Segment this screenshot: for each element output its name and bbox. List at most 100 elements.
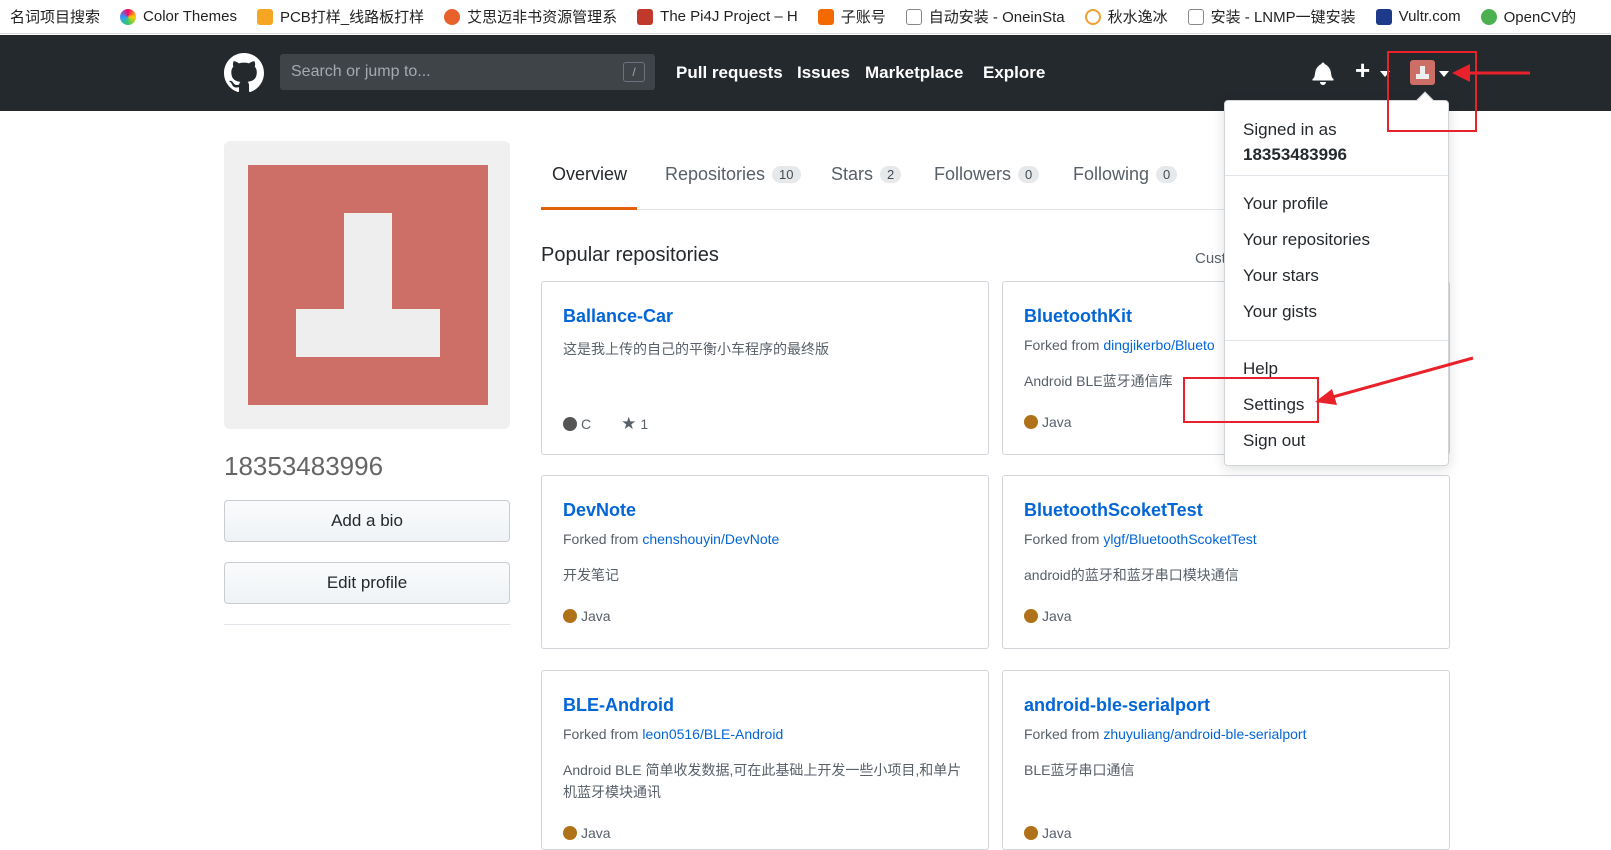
pcb-icon — [256, 8, 273, 25]
repo-name-link[interactable]: BLE-Android — [563, 695, 674, 716]
taobao-icon — [817, 8, 834, 25]
github-logo-icon[interactable] — [224, 53, 264, 93]
bookmark-item[interactable]: The Pi4J Project – H — [627, 0, 808, 33]
menu-item-your-repositories[interactable]: Your repositories — [1243, 230, 1370, 250]
bell-icon[interactable] — [1312, 61, 1334, 85]
nav-pull-requests[interactable]: Pull requests — [676, 63, 783, 83]
repo-name-link[interactable]: android-ble-serialport — [1024, 695, 1210, 716]
tab-label: Overview — [552, 164, 628, 184]
repo-forked-from: Forked from ylgf/BluetoothScoketTest — [1024, 531, 1257, 547]
bookmark-label: 自动安装 - OneinSta — [928, 9, 1065, 26]
annotation-arrow-icon — [1452, 64, 1530, 82]
tab-following[interactable]: Following 0 — [1073, 164, 1178, 185]
nav-explore[interactable]: Explore — [983, 63, 1045, 83]
forked-from-link[interactable]: dingjikerbo/Blueto — [1103, 337, 1214, 353]
annotation-box — [1183, 377, 1319, 423]
repo-name-link[interactable]: BluetoothScoketTest — [1024, 500, 1203, 521]
bookmark-label: Vultr.com — [1398, 8, 1461, 25]
repo-card: BLE-Android Forked from leon0516/BLE-And… — [541, 670, 989, 850]
divider — [224, 624, 510, 625]
profile-avatar[interactable] — [224, 141, 510, 429]
edit-profile-button[interactable]: Edit profile — [224, 562, 510, 604]
repo-meta: Java — [1024, 825, 1072, 841]
swirl-icon — [444, 8, 461, 25]
menu-item-your-profile[interactable]: Your profile — [1243, 194, 1328, 214]
nav-marketplace[interactable]: Marketplace — [865, 63, 963, 83]
divider — [1225, 175, 1448, 176]
search-input[interactable]: Search or jump to... / — [280, 54, 655, 90]
bookmark-item[interactable]: OpenCV的 — [1471, 0, 1587, 33]
forked-from-link[interactable]: zhuyuliang/android-ble-serialport — [1103, 726, 1306, 742]
bookmark-label: 子账号 — [840, 9, 886, 26]
forked-from-prefix: Forked from — [1024, 726, 1100, 742]
tab-label: Repositories — [665, 164, 766, 184]
language-color-dot — [1024, 826, 1038, 840]
page-icon — [1187, 8, 1204, 25]
repo-language: C — [581, 416, 592, 432]
bookmark-item[interactable]: 安装 - LNMP一键安装 — [1178, 0, 1366, 33]
forked-from-link[interactable]: leon0516/BLE-Android — [642, 726, 783, 742]
bookmark-label: 名词项目搜索 — [10, 9, 101, 26]
bookmark-item[interactable]: 名词项目搜索 — [0, 0, 110, 33]
menu-item-your-gists[interactable]: Your gists — [1243, 302, 1317, 322]
add-bio-button[interactable]: Add a bio — [224, 500, 510, 542]
forked-from-prefix: Forked from — [563, 726, 639, 742]
repo-meta: Java — [1024, 414, 1072, 430]
tab-label: Following — [1073, 164, 1150, 184]
menu-item-your-stars[interactable]: Your stars — [1243, 266, 1319, 286]
bookmark-item[interactable]: Color Themes — [110, 0, 247, 33]
menu-item-help[interactable]: Help — [1243, 359, 1278, 379]
repo-name-link[interactable]: BluetoothKit — [1024, 306, 1132, 327]
bookmark-label: PCB打样_线路板打样 — [279, 9, 425, 26]
repo-description: android的蓝牙和蓝牙串口模块通信 — [1024, 567, 1239, 583]
bookmark-label: 安装 - LNMP一键安装 — [1210, 9, 1356, 26]
repo-name-link[interactable]: Ballance-Car — [563, 306, 673, 327]
forked-from-prefix: Forked from — [1024, 337, 1100, 353]
repo-forked-from: Forked from leon0516/BLE-Android — [563, 726, 783, 742]
tab-stars[interactable]: Stars 2 — [831, 164, 902, 185]
popular-repositories-heading: Popular repositories — [541, 244, 719, 266]
nav-issues[interactable]: Issues — [797, 63, 850, 83]
language-color-dot — [563, 417, 577, 431]
signed-in-as: Signed in as 18353483996 — [1243, 117, 1347, 167]
search-placeholder: Search or jump to... — [291, 63, 431, 80]
forked-from-link[interactable]: chenshouyin/DevNote — [642, 531, 779, 547]
repo-forked-from: Forked from dingjikerbo/Blueto — [1024, 337, 1215, 353]
tab-count: 0 — [1156, 166, 1178, 183]
menu-item-sign-out[interactable]: Sign out — [1243, 431, 1305, 451]
customize-pins-link[interactable]: Cust — [1195, 250, 1226, 267]
vultr-icon — [1375, 8, 1392, 25]
repo-description: Android BLE 简单收发数据,可在此基础上开发一些小项目,和单片机蓝牙模… — [563, 762, 962, 800]
tab-label: Followers — [934, 164, 1012, 184]
bookmark-item[interactable]: Vultr.com — [1366, 0, 1471, 33]
bookmark-label: 艾思迈非书资源管理系 — [467, 9, 618, 26]
repo-meta: Java — [1024, 608, 1072, 624]
active-tab-indicator — [541, 207, 637, 210]
bookmark-label: The Pi4J Project – H — [660, 8, 798, 25]
plus-icon[interactable]: + — [1355, 57, 1370, 83]
tab-repositories[interactable]: Repositories 10 — [665, 164, 801, 185]
bookmark-item[interactable]: 子账号 — [808, 0, 896, 33]
profile-tabs: Overview Repositories 10 Stars 2 Followers… — [541, 140, 1231, 210]
bookmark-item[interactable]: 艾思迈非书资源管理系 — [434, 0, 627, 33]
repo-meta: C ★ 1 — [563, 414, 648, 434]
forked-from-link[interactable]: ylgf/BluetoothScoketTest — [1103, 531, 1256, 547]
star-count: 1 — [640, 416, 649, 432]
language-color-dot — [1024, 415, 1038, 429]
language-color-dot — [1024, 609, 1038, 623]
bookmark-item[interactable]: 自动安装 - OneinSta — [896, 0, 1075, 33]
tab-count: 0 — [1018, 166, 1040, 183]
repo-card: BluetoothScoketTest Forked from ylgf/Blu… — [1002, 475, 1450, 649]
repo-card: android-ble-serialport Forked from zhuyu… — [1002, 670, 1450, 850]
tab-overview[interactable]: Overview — [552, 164, 627, 185]
tab-followers[interactable]: Followers 0 — [934, 164, 1040, 185]
bookmark-label: OpenCV的 — [1503, 9, 1577, 26]
repo-card: DevNote Forked from chenshouyin/DevNote … — [541, 475, 989, 649]
bookmark-item[interactable]: PCB打样_线路板打样 — [247, 0, 434, 33]
forked-from-prefix: Forked from — [1024, 531, 1100, 547]
repo-name-link[interactable]: DevNote — [563, 500, 636, 521]
repo-stars[interactable]: ★ 1 — [621, 414, 648, 434]
repo-card: Ballance-Car 这是我上传的自己的平衡小车程序的最终版 C ★ 1 — [541, 281, 989, 455]
bookmark-item[interactable]: 秋水逸冰 — [1075, 0, 1178, 33]
repo-description: 开发笔记 — [563, 567, 619, 583]
